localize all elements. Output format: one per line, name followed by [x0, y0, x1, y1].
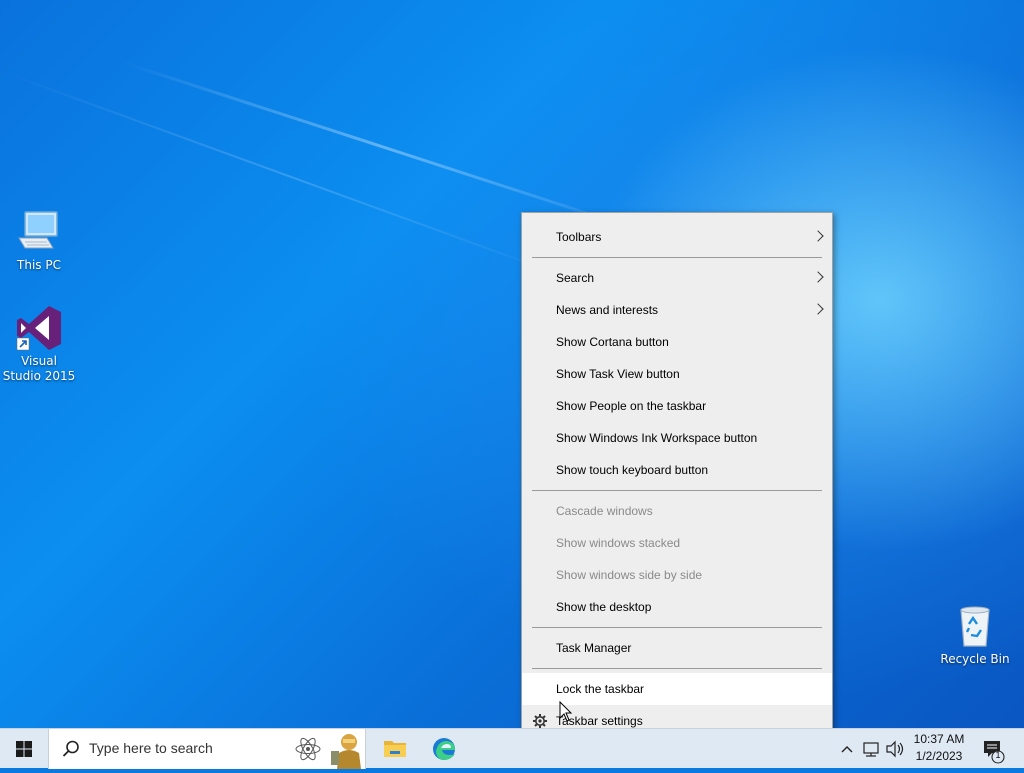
chevron-up-icon — [841, 746, 853, 753]
menu-item-show-windows-side-by-side: Show windows side by side — [522, 559, 832, 591]
visual-studio-icon — [15, 304, 63, 352]
menu-item-label: Task Manager — [556, 641, 632, 655]
desktop-icon-label: Recycle Bin — [940, 652, 1010, 666]
chevron-right-icon — [812, 303, 824, 315]
file-explorer-icon — [384, 741, 406, 757]
menu-item-show-people[interactable]: Show People on the taskbar — [522, 390, 832, 422]
network-tray-button[interactable] — [860, 729, 882, 769]
menu-item-label: Show Cortana button — [556, 335, 669, 349]
show-hidden-icons-button[interactable] — [838, 729, 856, 769]
taskbar-file-explorer[interactable] — [376, 729, 414, 769]
menu-item-show-windows-ink[interactable]: Show Windows Ink Workspace button — [522, 422, 832, 454]
chevron-right-icon — [812, 271, 824, 283]
search-placeholder: Type here to search — [89, 740, 213, 756]
search-icon — [62, 740, 79, 757]
notification-badge: 1 — [995, 750, 1001, 760]
network-icon — [863, 742, 879, 757]
menu-item-label: News and interests — [556, 303, 659, 317]
volume-tray-button[interactable] — [884, 729, 906, 769]
menu-item-show-windows-stacked: Show windows stacked — [522, 527, 832, 559]
mouse-cursor-icon — [559, 701, 573, 722]
menu-item-cascade-windows: Cascade windows — [522, 495, 832, 527]
clock-date: 1/2/2023 — [915, 749, 963, 763]
menu-item-label: Cascade windows — [556, 504, 653, 518]
taskbar[interactable]: Type here to search 10:37 AM 1/2/2023 1 — [0, 728, 1024, 769]
menu-separator — [532, 490, 822, 491]
this-pc-icon — [15, 208, 63, 256]
menu-item-label: Lock the taskbar — [556, 682, 645, 696]
menu-item-label: Show windows stacked — [556, 536, 681, 550]
menu-separator — [532, 257, 822, 258]
desktop-icon-visual-studio-2015[interactable]: Visual Studio 2015 — [1, 304, 77, 384]
wallpaper-light-beam — [0, 70, 583, 284]
taskbar-search-box[interactable]: Type here to search — [48, 729, 366, 769]
start-button[interactable] — [0, 729, 48, 769]
search-highlight-figure-icon[interactable] — [329, 731, 365, 769]
speaker-icon — [886, 740, 904, 758]
desktop-icon-this-pc[interactable]: This PC — [1, 208, 77, 273]
menu-item-news-and-interests[interactable]: News and interests — [522, 294, 832, 326]
menu-item-show-cortana-button[interactable]: Show Cortana button — [522, 326, 832, 358]
desktop-icon-label: Visual Studio 2015 — [2, 354, 76, 383]
menu-item-label: Show the desktop — [556, 600, 652, 614]
atom-highlight-icon[interactable] — [293, 735, 323, 763]
menu-item-search[interactable]: Search — [522, 262, 832, 294]
menu-item-show-touch-keyboard[interactable]: Show touch keyboard button — [522, 454, 832, 486]
recycle-bin-icon — [951, 602, 999, 650]
notification-icon — [984, 741, 1005, 764]
taskbar-edge[interactable] — [424, 729, 464, 769]
clock-button[interactable]: 10:37 AM 1/2/2023 — [908, 732, 970, 763]
menu-item-label: Show touch keyboard button — [556, 463, 709, 477]
menu-item-task-manager[interactable]: Task Manager — [522, 632, 832, 664]
clock-time: 10:37 AM — [913, 732, 965, 746]
menu-item-label: Toolbars — [556, 230, 602, 244]
menu-item-label: Search — [556, 271, 595, 285]
menu-separator — [532, 627, 822, 628]
action-center-button[interactable]: 1 — [978, 729, 1014, 769]
desktop-icon-label: This PC — [17, 258, 61, 272]
desktop-icon-recycle-bin[interactable]: Recycle Bin — [937, 602, 1013, 667]
menu-item-label: Show Windows Ink Workspace button — [556, 431, 758, 445]
menu-separator — [532, 668, 822, 669]
menu-item-label: Show Task View button — [556, 367, 680, 381]
menu-item-show-the-desktop[interactable]: Show the desktop — [522, 591, 832, 623]
desktop[interactable]: This PC Visual Studio 2015 Recycle Bin — [0, 0, 1024, 728]
edge-icon — [433, 738, 455, 760]
menu-item-toolbars[interactable]: Toolbars — [522, 221, 832, 253]
menu-item-label: Show windows side by side — [556, 568, 703, 582]
taskbar-context-menu: Toolbars Search News and interests Show … — [521, 212, 833, 744]
windows-logo-icon — [16, 741, 32, 757]
gear-icon — [533, 714, 547, 728]
menu-item-label: Show People on the taskbar — [556, 399, 707, 413]
menu-item-show-task-view-button[interactable]: Show Task View button — [522, 358, 832, 390]
chevron-right-icon — [812, 230, 824, 242]
